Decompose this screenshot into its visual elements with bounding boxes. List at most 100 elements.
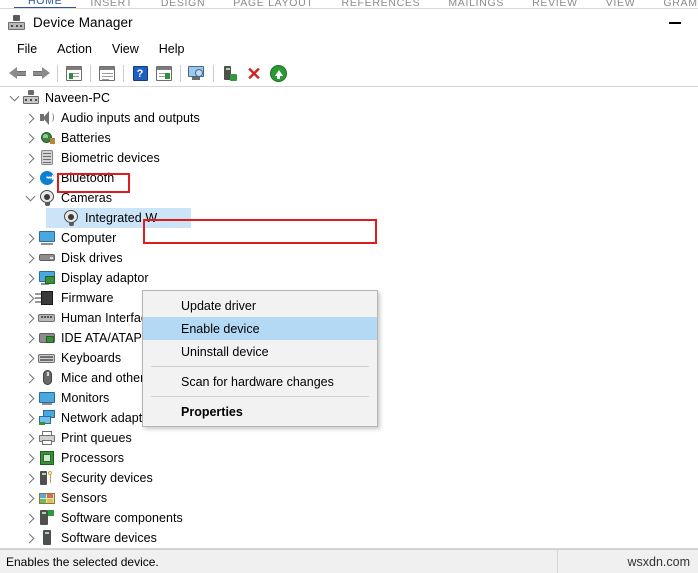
device-manager-icon [8, 14, 26, 32]
tree-item-label: Keyboards [61, 351, 122, 365]
tree-item-label: Disk drives [61, 251, 123, 265]
tree-item[interactable]: Security devices [0, 468, 698, 488]
ribbon-tab-view[interactable]: VIEW [592, 0, 650, 8]
tree-root-item[interactable]: Naveen-PC [0, 88, 698, 108]
ctx-scan-hardware-changes[interactable]: Scan for hardware changes [143, 370, 377, 393]
tree-item-label: Monitors [61, 391, 110, 405]
menu-view[interactable]: View [102, 39, 149, 59]
scan-for-hardware-changes-icon[interactable] [185, 63, 209, 85]
tree-item-label: Computer [61, 231, 117, 245]
chevron-right-icon[interactable] [22, 528, 38, 548]
chevron-right-icon[interactable] [22, 368, 38, 388]
network-adapter-icon [38, 409, 56, 427]
menu-file[interactable]: File [7, 39, 47, 59]
tree-item[interactable]: Biometric devices [0, 148, 698, 168]
ribbon-tab-mailings[interactable]: MAILINGS [434, 0, 518, 8]
minimize-button[interactable] [652, 9, 698, 36]
menu-action[interactable]: Action [47, 39, 102, 59]
update-driver-icon[interactable] [218, 63, 242, 85]
device-tree-panel[interactable]: Naveen-PC Audio inputs and outputs Batteri… [0, 87, 698, 549]
tree-item[interactable]: Audio inputs and outputs [0, 108, 698, 128]
toolbar-separator [213, 65, 214, 82]
toolbar-separator [90, 65, 91, 82]
chevron-right-icon[interactable] [22, 128, 38, 148]
tree-item[interactable]: ⇝ Bluetooth [0, 168, 698, 188]
tree-item[interactable]: Sensors [0, 488, 698, 508]
tree-item[interactable]: Display adaptor [0, 268, 698, 288]
status-text: Enables the selected device. [6, 554, 159, 569]
chevron-right-icon[interactable] [22, 468, 38, 488]
ribbon-tab-grammarly[interactable]: GRAMMARLY [649, 0, 698, 8]
tree-item[interactable]: Software devices [0, 528, 698, 548]
chevron-right-icon[interactable] [22, 448, 38, 468]
chevron-right-icon[interactable] [22, 428, 38, 448]
menu-help[interactable]: Help [149, 39, 195, 59]
chevron-down-icon[interactable] [22, 188, 38, 208]
tree-item-label: Print queues [61, 431, 132, 445]
mouse-icon [38, 369, 56, 387]
tree-item[interactable]: Processors [0, 448, 698, 468]
speaker-icon [38, 109, 56, 127]
camera-icon [38, 189, 56, 207]
chevron-right-icon[interactable] [22, 268, 38, 288]
chevron-right-icon[interactable] [22, 488, 38, 508]
firmware-icon [35, 289, 56, 307]
context-menu[interactable]: Update driver Enable device Uninstall devi… [142, 290, 378, 427]
chevron-right-icon[interactable] [22, 328, 38, 348]
ribbon-tab-design[interactable]: DESIGN [147, 0, 219, 8]
ribbon-tab-home[interactable]: HOME [14, 0, 77, 8]
toolbar-separator [57, 65, 58, 82]
chevron-right-icon[interactable] [22, 148, 38, 168]
tree-item-label: Batteries [61, 131, 111, 145]
chevron-right-icon[interactable] [22, 408, 38, 428]
chevron-right-icon[interactable] [22, 248, 38, 268]
display-adapter-icon [38, 269, 56, 287]
tree-item-label: Software devices [61, 531, 157, 545]
toolbar-separator [123, 65, 124, 82]
minimize-icon [669, 21, 681, 24]
ribbon-tab-insert[interactable]: INSERT [76, 0, 147, 8]
chevron-right-icon[interactable] [22, 308, 38, 328]
menu-bar: File Action View Help [0, 36, 698, 61]
tree-item[interactable]: Disk drives [0, 248, 698, 268]
tree-item[interactable]: Software components [0, 508, 698, 528]
tree-item[interactable]: Cameras [0, 188, 698, 208]
tree-item-label: Sensors [61, 491, 108, 505]
chevron-right-icon[interactable] [22, 228, 38, 248]
chevron-right-icon[interactable] [22, 168, 38, 188]
chevron-right-icon[interactable] [22, 508, 38, 528]
ctx-enable-device[interactable]: Enable device [143, 317, 377, 340]
ribbon-tab-references[interactable]: REFERENCES [328, 0, 435, 8]
ctx-properties[interactable]: Properties [143, 400, 377, 423]
ctx-uninstall-device[interactable]: Uninstall device [143, 340, 377, 363]
enable-device-icon[interactable] [266, 63, 290, 85]
show-hide-action-pane-icon[interactable] [152, 63, 176, 85]
ribbon-tab-page-layout[interactable]: PAGE LAYOUT [219, 0, 327, 8]
chevron-right-icon[interactable] [22, 388, 38, 408]
ribbon-tab-review[interactable]: REVIEW [518, 0, 592, 8]
tree-item[interactable]: Integrated W [0, 208, 698, 228]
processor-icon [38, 449, 56, 467]
chevron-down-icon[interactable] [6, 88, 22, 108]
tree-item[interactable]: Batteries [0, 128, 698, 148]
tree-item-label: Security devices [61, 471, 153, 485]
tree-item-label: Firmware [61, 291, 114, 305]
tree-item-label: Biometric devices [61, 151, 160, 165]
forward-arrow-icon[interactable] [29, 63, 53, 85]
toolbar: ? ✕ [0, 61, 698, 87]
tree-item-label: Software components [61, 511, 183, 525]
show-hide-console-tree-icon[interactable] [62, 63, 86, 85]
help-icon[interactable]: ? [128, 63, 152, 85]
tree-item-label: Bluetooth [61, 171, 115, 185]
properties-icon[interactable] [95, 63, 119, 85]
tree-item[interactable]: Print queues [0, 428, 698, 448]
disk-drive-icon [38, 249, 56, 267]
chevron-right-icon[interactable] [22, 348, 38, 368]
disable-device-icon[interactable]: ✕ [242, 63, 266, 85]
chevron-right-icon[interactable] [22, 108, 38, 128]
software-device-icon [38, 529, 56, 547]
ctx-update-driver[interactable]: Update driver [143, 294, 377, 317]
tree-item-label: Processors [61, 451, 125, 465]
tree-item[interactable]: Computer [0, 228, 698, 248]
back-arrow-icon[interactable] [5, 63, 29, 85]
